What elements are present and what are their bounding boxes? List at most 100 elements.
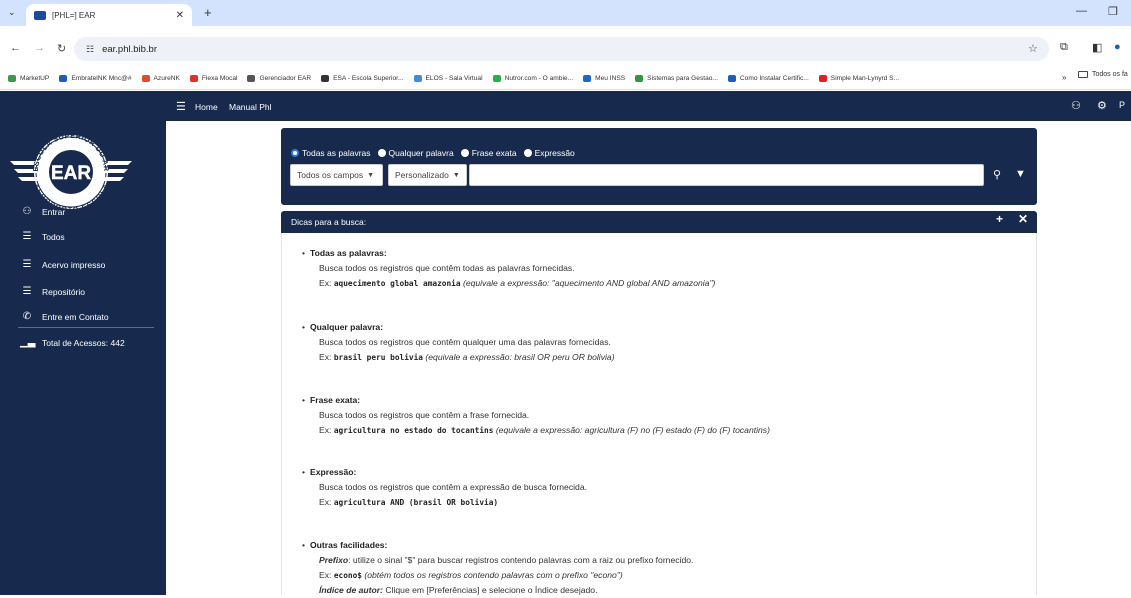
search-mode-radios: Todas as palavras Qualquer palavra Frase… bbox=[291, 148, 582, 158]
nav-manual-link[interactable]: Manual Phl bbox=[229, 102, 272, 112]
radio-label: Qualquer palavra bbox=[388, 148, 454, 158]
tip-expressao: • Expressão: Busca todos os registros qu… bbox=[302, 465, 587, 510]
sidepanel-icon[interactable]: ◧ bbox=[1092, 41, 1102, 54]
sidebar-item-repositorio[interactable]: ☰ Repositório bbox=[20, 286, 85, 297]
bookmark-item[interactable]: Sistemas para Gestao... bbox=[635, 74, 718, 82]
site-info-icon[interactable]: ☷ bbox=[86, 44, 94, 55]
stack-icon: ☰ bbox=[22, 286, 32, 297]
bookmark-item[interactable]: Flexa Mocal bbox=[189, 74, 237, 82]
search-icon[interactable]: ⚲ bbox=[993, 168, 1001, 181]
bookmarks-folder[interactable]: Todos os fa bbox=[1078, 71, 1128, 78]
bookmark-favicon-icon bbox=[818, 74, 827, 82]
sidebar-item-entrar[interactable]: ⚇ Entrar bbox=[20, 206, 66, 217]
maximize-icon[interactable]: ❐ bbox=[1108, 5, 1118, 18]
header-right-text: P bbox=[1119, 100, 1126, 110]
radio-label: Expressão bbox=[534, 148, 575, 158]
reload-icon[interactable]: ↻ bbox=[57, 42, 66, 55]
bookmark-item[interactable]: Gerenciador EAR bbox=[247, 74, 312, 82]
stack-icon: ☰ bbox=[22, 231, 32, 242]
sidebar-item-acervo-impresso[interactable]: ☰ Acervo impresso bbox=[20, 259, 106, 270]
tab-title: [PHL=] EAR bbox=[52, 10, 96, 20]
sidebar-item-label: Entrar bbox=[42, 206, 66, 217]
bookmark-item[interactable]: Meu INSS bbox=[583, 74, 626, 82]
radio-qualquer[interactable]: Qualquer palavra bbox=[377, 148, 454, 158]
tip-title: Qualquer palavra: bbox=[310, 322, 384, 332]
tip-frase: • Frase exata: Busca todos os registros … bbox=[302, 393, 770, 438]
tip-desc: Busca todos os registros que contêm toda… bbox=[319, 263, 575, 273]
tip-todas: • Todas as palavras: Busca todos os regi… bbox=[302, 246, 715, 291]
field-select[interactable]: Todos os campos ▼ bbox=[290, 164, 383, 186]
bookmarks-folder-label: Todos os fa bbox=[1092, 71, 1128, 78]
bookmark-favicon-icon bbox=[635, 74, 644, 82]
radio-frase[interactable]: Frase exata bbox=[460, 148, 517, 158]
tip-example: Ex: agricultura AND (brasil OR bolivia) bbox=[319, 497, 499, 507]
tip-title: Expressão: bbox=[310, 467, 357, 477]
sidebar-item-contato[interactable]: ✆ Entre em Contato bbox=[20, 311, 109, 322]
url-text: ear.phl.bib.br bbox=[102, 43, 158, 55]
bookmark-item[interactable]: EmbratelNK Mnc@# bbox=[59, 74, 132, 82]
bookmark-label: Gerenciador EAR bbox=[259, 74, 312, 82]
bookmark-item[interactable]: Como Instalar Certific... bbox=[727, 74, 809, 82]
browser-tab[interactable]: [PHL=] EAR ✕ bbox=[26, 4, 192, 26]
bookmark-label: Nutror.com - O ambie... bbox=[504, 74, 574, 82]
sidebar-item-label: Repositório bbox=[42, 286, 85, 297]
bookmark-favicon-icon bbox=[8, 74, 16, 82]
close-icon[interactable]: ✕ bbox=[176, 10, 184, 21]
plus-icon[interactable]: + bbox=[204, 5, 212, 20]
tip-example: Ex: econo$ (obtém todos os registros con… bbox=[319, 570, 623, 580]
app-header: ☰ Home Manual Phl ⚇ ⚙ P bbox=[0, 91, 1131, 121]
sidebar-divider bbox=[18, 327, 154, 328]
bookmark-item[interactable]: AzureNK bbox=[141, 74, 180, 82]
bookmark-item[interactable]: Simple Man-Lynyrd S... bbox=[818, 74, 899, 82]
bar-chart-icon: ▁▃ bbox=[20, 337, 36, 348]
chevron-down-icon: ▼ bbox=[452, 171, 460, 179]
filter-icon[interactable]: ▼ bbox=[1015, 168, 1026, 180]
radio-expressao[interactable]: Expressão bbox=[523, 148, 575, 158]
stack-icon: ☰ bbox=[22, 259, 32, 270]
tip-title: Outras facilidades: bbox=[310, 540, 388, 550]
bookmark-favicon-icon bbox=[727, 74, 736, 82]
total-access-label: Total de Acessos: 442 bbox=[42, 337, 125, 348]
profile-icon[interactable]: ● bbox=[1114, 41, 1121, 53]
bookmark-item[interactable]: ELOS - Sala Virtual bbox=[413, 74, 483, 82]
plus-icon[interactable]: + bbox=[996, 212, 1003, 226]
bookmark-item[interactable]: MarketUP bbox=[8, 74, 50, 82]
phone-icon: ✆ bbox=[22, 311, 32, 322]
tips-body: • Todas as palavras: Busca todos os regi… bbox=[281, 233, 1037, 595]
radio-label: Frase exata bbox=[471, 148, 517, 158]
search-input[interactable] bbox=[469, 164, 984, 186]
ear-logo[interactable]: ESCOLA SUPERIOR DO AR AEROPORTO ESCOLA E… bbox=[8, 129, 134, 209]
minimize-icon[interactable]: — bbox=[1076, 5, 1087, 17]
star-icon[interactable]: ☆ bbox=[1028, 42, 1038, 55]
bookmark-favicon-icon bbox=[492, 74, 501, 82]
gear-icon[interactable]: ⚙ bbox=[1097, 99, 1107, 112]
radio-selected-icon bbox=[291, 149, 299, 157]
extensions-icon[interactable]: ⧉ bbox=[1060, 41, 1068, 54]
user-icon[interactable]: ⚇ bbox=[1071, 99, 1081, 112]
bookmark-item[interactable]: Nutror.com - O ambie... bbox=[492, 74, 574, 82]
close-icon[interactable]: ✕ bbox=[1018, 212, 1028, 226]
bookmark-label: Sistemas para Gestao... bbox=[647, 74, 718, 82]
menu-icon[interactable]: ☰ bbox=[176, 100, 186, 113]
mode-select[interactable]: Personalizado ▼ bbox=[388, 164, 467, 186]
chevron-down-icon[interactable]: ⌄ bbox=[8, 7, 16, 18]
bookmark-favicon-icon bbox=[321, 74, 330, 82]
bookmark-label: MarketUP bbox=[20, 74, 50, 82]
radio-todas[interactable]: Todas as palavras bbox=[291, 148, 371, 158]
nav-home-link[interactable]: Home bbox=[195, 102, 218, 112]
bookmarks-more-button[interactable]: » bbox=[1062, 73, 1066, 82]
bookmark-item[interactable]: ESA - Escola Superior... bbox=[321, 74, 404, 82]
bookmark-favicon-icon bbox=[413, 74, 422, 82]
tip-qualquer: • Qualquer palavra: Busca todos os regis… bbox=[302, 320, 615, 365]
chevron-down-icon: ▼ bbox=[367, 171, 375, 179]
user-icon: ⚇ bbox=[22, 206, 32, 217]
address-bar: ← → ↻ ☷ ear.phl.bib.br ☆ ⧉ ◧ ● bbox=[0, 26, 1131, 67]
bookmark-label: Meu INSS bbox=[595, 74, 626, 82]
tip-author-index: Índice de autor: Clique em [Preferências… bbox=[319, 585, 598, 595]
sidebar-item-todos[interactable]: ☰ Todos bbox=[20, 231, 65, 242]
forward-arrow-icon[interactable]: → bbox=[34, 42, 45, 54]
url-input[interactable]: ☷ ear.phl.bib.br bbox=[74, 37, 1049, 61]
back-arrow-icon[interactable]: ← bbox=[10, 42, 21, 54]
tip-example: Ex: agricultura no estado do tocantins (… bbox=[319, 425, 770, 435]
bookmark-favicon-icon bbox=[59, 74, 68, 82]
